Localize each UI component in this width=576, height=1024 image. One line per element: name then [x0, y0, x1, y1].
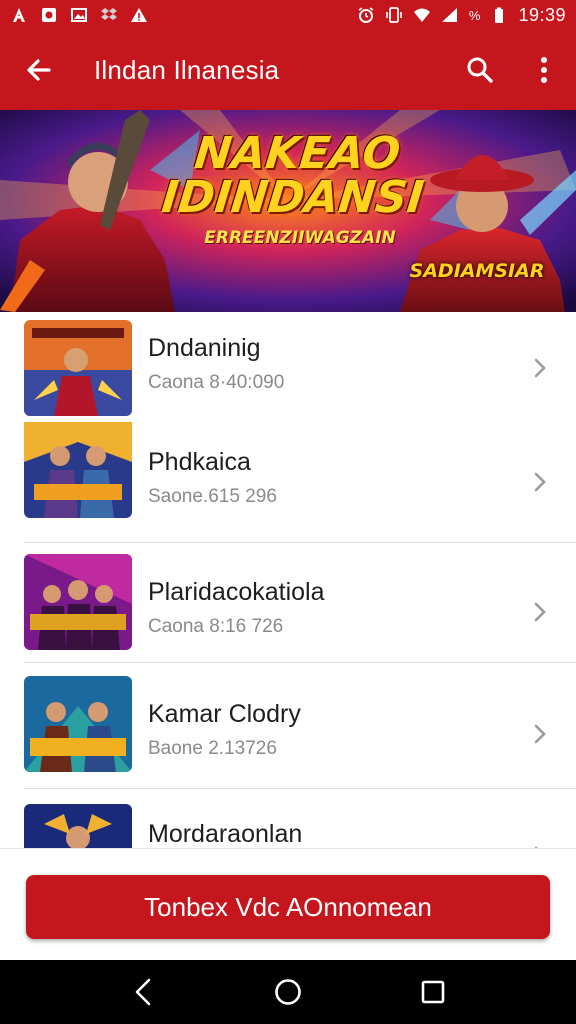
- chevron-right-icon: [534, 472, 546, 492]
- item-title: Phdkaica: [148, 448, 251, 476]
- more-vert-icon: [541, 57, 547, 83]
- signal-icon: [441, 6, 459, 24]
- alarm-icon: [357, 6, 375, 24]
- image-icon: [70, 6, 88, 24]
- list-divider: [24, 542, 576, 543]
- promo-banner[interactable]: NAKEAO IDINDANSI ERREENZIIWAGZAIN SADIAM…: [0, 110, 576, 312]
- list-divider: [24, 662, 576, 663]
- bottom-action-area: Tonbex Vdc AOnnomean: [0, 848, 576, 960]
- list-item[interactable]: Dndaninig Caona 8·40:090: [0, 312, 576, 430]
- item-subtitle: Saone.615 296: [148, 486, 277, 507]
- chevron-right-icon: [534, 602, 546, 622]
- banner-subtitle: ERREENZIIWAGZAIN: [204, 228, 396, 248]
- primary-action-button[interactable]: Tonbex Vdc AOnnomean: [26, 875, 550, 939]
- item-thumbnail: [24, 554, 132, 650]
- status-system: % 19:39: [357, 5, 566, 26]
- game-list: Dndaninig Caona 8·40:090 Phdkaica Saone.…: [0, 312, 576, 848]
- list-item[interactable]: Mordaraonlan: [0, 796, 576, 848]
- notification-box-icon: [40, 6, 58, 24]
- dropbox-icon: [100, 6, 118, 24]
- nav-home-button[interactable]: [268, 972, 308, 1012]
- arrow-left-icon: [27, 59, 51, 81]
- list-item[interactable]: Kamar Clodry Baone 2.13726: [0, 668, 576, 786]
- item-thumbnail: [24, 676, 132, 772]
- nav-recents-button[interactable]: [413, 972, 453, 1012]
- banner-tag: SADIAMSIAR: [409, 260, 545, 282]
- item-thumbnail: [24, 422, 132, 518]
- item-thumbnail: [24, 804, 132, 848]
- notification-a-icon: [10, 6, 28, 24]
- nav-back-button[interactable]: [123, 972, 163, 1012]
- status-notifications: [10, 6, 148, 24]
- vibrate-icon: [385, 6, 403, 24]
- banner-title: NAKEAO IDINDANSI: [159, 128, 427, 223]
- list-item[interactable]: Plaridacokatiola Caona 8:16 726: [0, 546, 576, 664]
- search-icon: [467, 57, 493, 83]
- item-title: Kamar Clodry: [148, 700, 301, 728]
- item-subtitle: Caona 8·40:090: [148, 372, 285, 393]
- item-title: Dndaninig: [148, 334, 261, 362]
- nav-back-icon: [135, 978, 150, 1006]
- nav-recents-icon: [422, 980, 445, 1004]
- wifi-icon: [413, 6, 431, 24]
- chevron-right-icon: [534, 358, 546, 378]
- list-item[interactable]: Phdkaica Saone.615 296: [0, 416, 576, 534]
- item-title: Mordaraonlan: [148, 820, 303, 848]
- item-title: Plaridacokatiola: [148, 578, 325, 606]
- status-bar: % 19:39: [0, 0, 576, 30]
- warning-icon: [130, 6, 148, 24]
- item-subtitle: Caona 8:16 726: [148, 616, 284, 637]
- status-time: 19:39: [518, 4, 566, 25]
- more-options-button[interactable]: [512, 30, 576, 110]
- app-bar: Ilndan Ilnanesia: [0, 30, 576, 110]
- chevron-right-icon: [534, 724, 546, 744]
- back-button[interactable]: [0, 30, 78, 110]
- battery-icon: [490, 6, 508, 24]
- item-thumbnail: [24, 320, 132, 416]
- system-nav-bar: [0, 960, 576, 1024]
- item-subtitle: Baone 2.13726: [148, 738, 277, 759]
- battery-percent: %: [468, 7, 481, 23]
- search-button[interactable]: [448, 30, 512, 110]
- page-title: Ilndan Ilnanesia: [94, 54, 280, 85]
- nav-home-icon: [275, 979, 301, 1005]
- list-divider: [24, 788, 576, 789]
